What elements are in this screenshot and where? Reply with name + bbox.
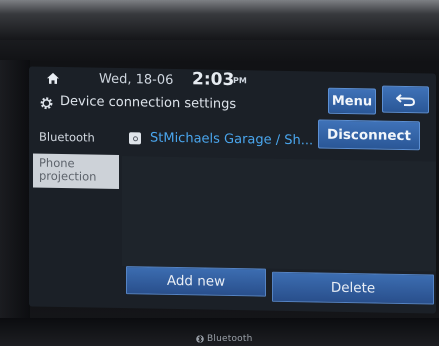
sidebar: Bluetooth Phone projection [29, 118, 120, 308]
infotainment-screen: Wed, 18-06 2:03 PM Device connection set… [29, 66, 436, 314]
device-list-area [122, 156, 436, 272]
device-name: StMichaels Garage / Sh... [150, 130, 314, 149]
add-new-button[interactable]: Add new [126, 266, 266, 297]
page-title: Device connection settings [60, 93, 237, 113]
left-frame [0, 60, 30, 320]
disconnect-button[interactable]: Disconnect [318, 119, 420, 151]
sidebar-item-phone-projection[interactable]: Phone projection [33, 153, 119, 190]
bluetooth-brand-label: Bluetooth [196, 334, 253, 344]
menu-button[interactable]: Menu [328, 87, 376, 115]
back-arrow-icon [395, 93, 415, 106]
dashboard-trim [0, 0, 439, 40]
back-button[interactable] [382, 85, 429, 114]
bluetooth-brand-text: Bluetooth [207, 334, 253, 344]
gear-icon [40, 97, 53, 110]
device-icon [129, 132, 141, 145]
home-icon[interactable] [46, 72, 60, 85]
sidebar-item-bluetooth[interactable]: Bluetooth [33, 130, 119, 153]
bluetooth-logo-icon [196, 335, 204, 343]
date-display: Wed, 18-06 [99, 71, 174, 88]
delete-button[interactable]: Delete [272, 271, 434, 305]
ampm-indicator: PM [233, 76, 247, 86]
time-display: 2:03 [192, 69, 235, 91]
